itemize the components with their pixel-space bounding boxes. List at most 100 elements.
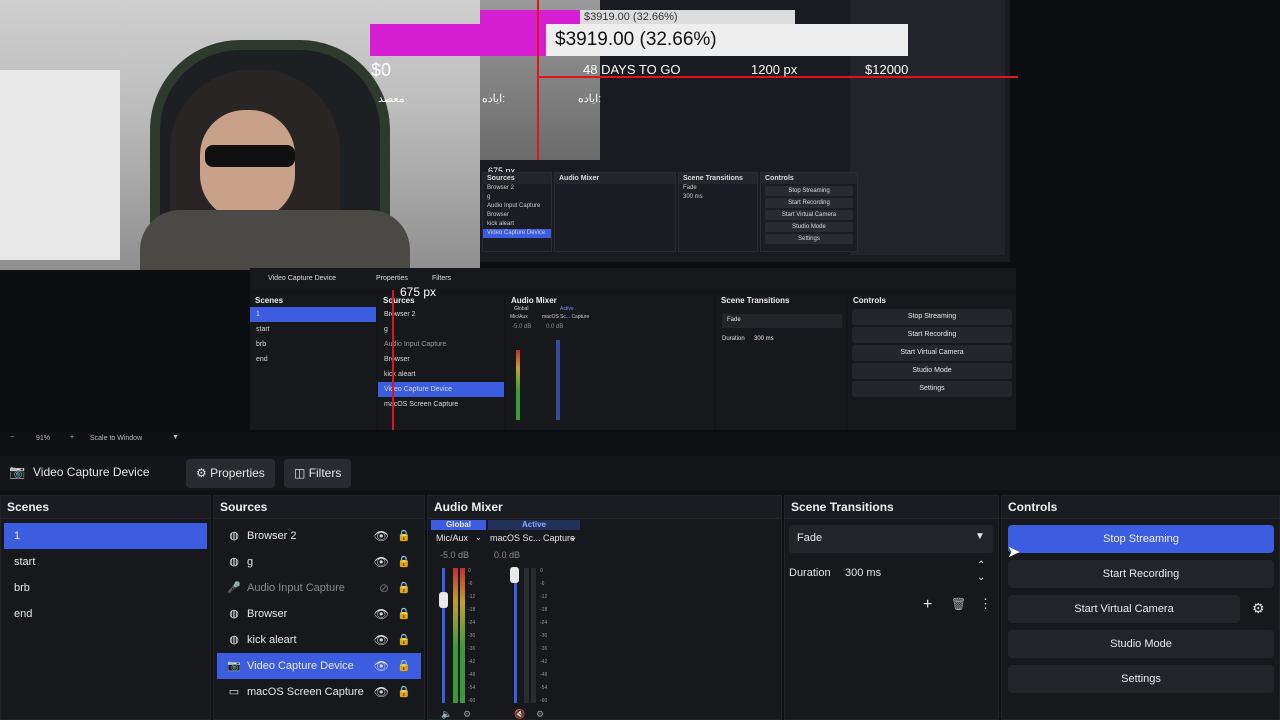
globe-icon: ◍ xyxy=(229,530,239,542)
duration-value: 300 ms xyxy=(845,567,882,579)
camera-icon: 📷 xyxy=(9,464,26,479)
stream-preview: $3919.00 (32.66%) $3919.00 (32.66%) $0 4… xyxy=(0,0,1280,432)
transition-selected-value: Fade xyxy=(797,532,823,544)
level-meter xyxy=(524,568,529,703)
source-item[interactable]: ◍ Browser 👁 🔒 xyxy=(217,601,421,627)
lock-icon[interactable]: 🔒 xyxy=(397,549,411,575)
stop-streaming-button[interactable]: Stop Streaming xyxy=(1008,525,1274,553)
mid-sources-dock: Sources Browser 2 g Audio Input Capture … xyxy=(378,294,504,430)
mid-obs-window: Video Capture Device Properties Filters … xyxy=(250,268,1016,430)
settings-button[interactable]: Settings xyxy=(1008,665,1274,693)
lock-icon[interactable]: 🔒 xyxy=(397,679,411,705)
scenes-title: Scenes xyxy=(1,496,210,519)
eye-icon[interactable]: 👁 xyxy=(374,601,389,627)
chevron-down-icon[interactable]: ⌄ xyxy=(570,533,577,542)
chevron-down-icon[interactable]: ⌄ xyxy=(475,533,482,542)
lock-icon[interactable]: 🔒 xyxy=(397,523,411,549)
mid-level-meter xyxy=(516,350,520,420)
mid-source-title: Video Capture Device xyxy=(268,275,336,282)
sources-dock: Sources ◍ Browser 2 👁 🔒 ◍ g 👁 🔒 🎤 Audio Input C… xyxy=(213,495,425,720)
source-label: Browser 2 xyxy=(247,530,297,542)
source-item[interactable]: 🎤 Audio Input Capture ⊘ 🔒 xyxy=(217,575,421,601)
duration-input[interactable]: 300 ms ⌃ ⌄ xyxy=(841,560,993,588)
audio-mixer-dock: Audio Mixer Global Active Mic/Aux ⌄ macO… xyxy=(427,495,782,720)
meter-tick: -18 xyxy=(540,607,548,613)
meter-tick: -24 xyxy=(468,620,476,626)
goal-amount: $3919.00 (32.66%) xyxy=(546,24,908,56)
scene-item[interactable]: start xyxy=(4,549,207,575)
mid-control-button: Studio Mode xyxy=(852,363,1012,379)
volume-slider-track[interactable] xyxy=(514,568,517,703)
mini-dock-title: Controls xyxy=(761,173,857,184)
lock-icon[interactable]: 🔒 xyxy=(397,575,411,601)
source-item[interactable]: ◍ Browser 2 👁 🔒 xyxy=(217,523,421,549)
scene-transitions-title: Scene Transitions xyxy=(785,496,998,519)
mini-sources-dock: Sources Browser 2 g Audio Input Capture … xyxy=(482,172,552,252)
rtl-label: معصد xyxy=(378,93,405,105)
mid-control-button: Stop Streaming xyxy=(852,309,1012,325)
scene-transitions-dock: Scene Transitions Fade ▼ Duration 300 ms… xyxy=(784,495,999,720)
source-item[interactable]: ◍ kick aleart 👁 🔒 xyxy=(217,627,421,653)
level-meter xyxy=(460,568,465,703)
mid-scene-row: end xyxy=(256,356,268,363)
zoom-out-button[interactable]: − xyxy=(10,434,14,441)
chevron-up-icon[interactable]: ⌃ xyxy=(977,560,985,571)
zoom-level: 91% xyxy=(36,435,51,442)
studio-mode-button[interactable]: Studio Mode xyxy=(1008,630,1274,658)
meter-tick: -12 xyxy=(540,594,548,600)
eye-icon[interactable]: 👁 xyxy=(374,549,389,575)
controls-title: Controls xyxy=(1002,496,1279,519)
mid-transition-select: Fade xyxy=(722,314,842,328)
volume-slider-handle[interactable] xyxy=(510,567,519,583)
level-meter xyxy=(531,568,536,703)
trash-icon[interactable]: 🗑 xyxy=(951,597,966,611)
gear-icon[interactable]: ⚙ xyxy=(1252,600,1265,617)
eye-icon[interactable]: 👁 xyxy=(374,627,389,653)
chevron-down-icon[interactable]: ⌄ xyxy=(977,572,985,583)
mid-dock-title: Audio Mixer xyxy=(511,296,557,305)
volume-slider-track[interactable] xyxy=(442,568,445,703)
scene-item[interactable]: 1 xyxy=(4,523,207,549)
source-item[interactable]: 📷 Video Capture Device 👁 🔒 xyxy=(217,653,421,679)
start-recording-button[interactable]: Start Recording xyxy=(1008,560,1274,588)
mini-controls-dock: Controls Stop Streaming Start Recording … xyxy=(760,172,858,252)
eye-icon[interactable]: 👁 xyxy=(374,523,389,549)
scene-item[interactable]: end xyxy=(4,601,207,627)
gear-icon: ⚙ xyxy=(196,466,207,480)
source-toolbar: 📷 Video Capture Device ⚙ Properties ◫ Fi… xyxy=(0,456,1280,490)
gear-icon[interactable]: ⚙ xyxy=(463,709,471,720)
eye-icon[interactable]: 👁 xyxy=(374,653,389,679)
filters-button[interactable]: ◫ Filters xyxy=(284,459,352,488)
streamer-sweater xyxy=(140,210,410,270)
gear-icon[interactable]: ⚙ xyxy=(536,709,544,720)
scene-item[interactable]: brb xyxy=(4,575,207,601)
meter-tick: 0 xyxy=(540,568,543,574)
speaker-muted-icon[interactable]: 🔇 xyxy=(514,709,525,720)
meter-tick: -48 xyxy=(540,672,548,678)
guide-px-label: 675 px xyxy=(400,285,437,299)
properties-button[interactable]: ⚙ Properties xyxy=(186,459,275,488)
mid-mixer-tab: Active xyxy=(560,306,574,312)
controls-dock: Controls Stop Streaming Start Recording … xyxy=(1001,495,1280,720)
transition-select[interactable]: Fade ▼ xyxy=(789,525,993,553)
lock-icon[interactable]: 🔒 xyxy=(397,653,411,679)
speaker-icon[interactable]: 🔈 xyxy=(441,709,452,720)
more-options-icon[interactable]: ⋮ xyxy=(979,596,992,612)
zoom-in-button[interactable]: + xyxy=(70,434,74,441)
mixer-tab-global[interactable]: Global xyxy=(431,520,486,530)
add-icon[interactable]: + xyxy=(923,596,932,614)
chevron-down-icon[interactable]: ▼ xyxy=(172,434,179,441)
lock-icon[interactable]: 🔒 xyxy=(397,601,411,627)
scale-mode-select[interactable]: Scale to Window xyxy=(90,435,142,442)
start-virtual-camera-button[interactable]: Start Virtual Camera xyxy=(1008,595,1240,623)
source-item[interactable]: ◍ g 👁 🔒 xyxy=(217,549,421,575)
eye-hidden-icon[interactable]: ⊘ xyxy=(379,575,389,601)
volume-slider-handle[interactable] xyxy=(439,592,448,608)
globe-icon: ◍ xyxy=(229,556,239,568)
mixer-tab-active[interactable]: Active xyxy=(488,520,580,530)
lock-icon[interactable]: 🔒 xyxy=(397,627,411,653)
source-item[interactable]: ▭ macOS Screen Capture 👁 🔒 xyxy=(217,679,421,705)
mid-mixer-dock: Audio Mixer Global Active Mic/Aux macOS … xyxy=(506,294,714,430)
eye-icon[interactable]: 👁 xyxy=(374,679,389,705)
mid-source-row: macOS Screen Capture xyxy=(384,401,459,408)
